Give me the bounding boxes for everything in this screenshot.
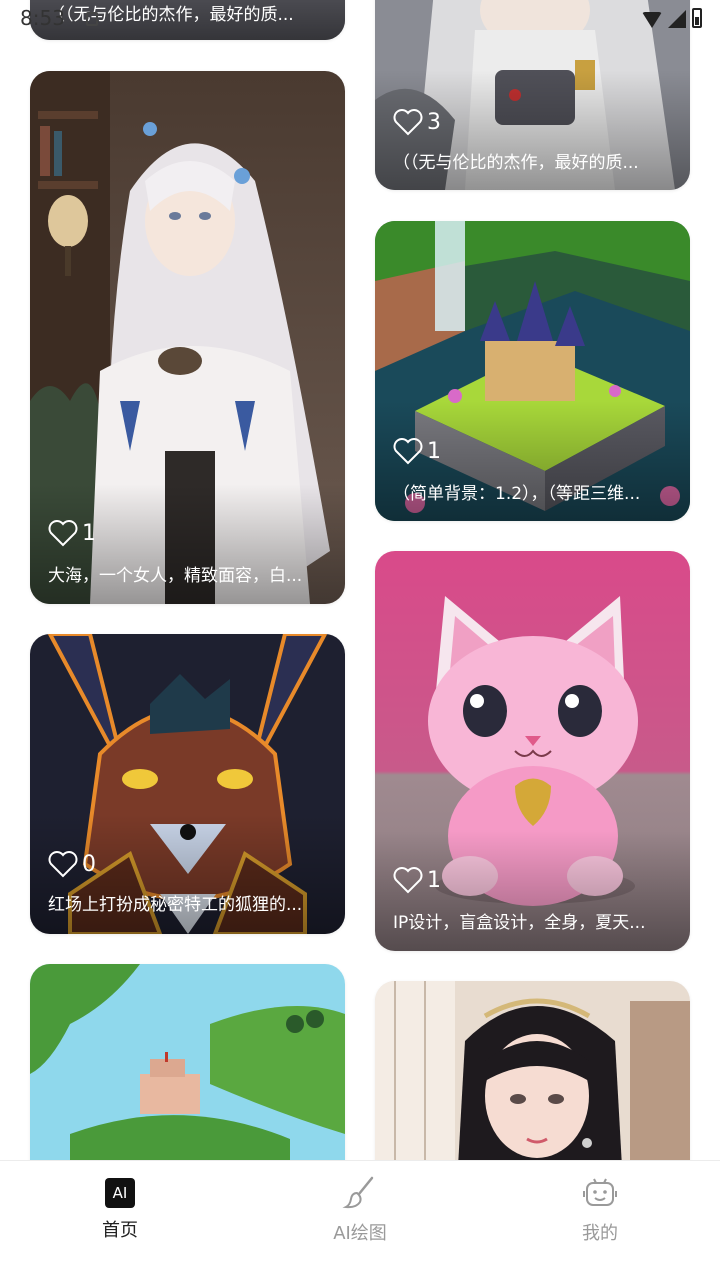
- heart-icon: [393, 109, 423, 136]
- notification-icon: [86, 12, 98, 26]
- like-counter[interactable]: 1: [393, 437, 441, 465]
- heart-icon: [48, 520, 78, 547]
- artwork-caption: （（无与伦比的杰作，最好的质...: [393, 153, 639, 173]
- artwork-caption: （简单背景：1.2），（等距三维...: [393, 484, 641, 504]
- tab-label: 我的: [582, 1223, 618, 1244]
- brush-icon: [342, 1176, 374, 1209]
- artwork-card[interactable]: 1 IP设计，盲盒设计，全身，夏天...: [375, 551, 690, 951]
- signal-icon: [668, 10, 686, 28]
- like-count: 3: [427, 109, 441, 135]
- status-bar: 8:53: [0, 0, 720, 36]
- battery-icon: [692, 8, 702, 28]
- artwork-card[interactable]: 1 大海，一个女人，精致面容，白...: [30, 71, 345, 604]
- wifi-icon: [642, 12, 662, 28]
- heart-icon: [393, 438, 423, 465]
- like-count: 0: [82, 851, 96, 877]
- tab-label: AI绘图: [333, 1223, 387, 1244]
- tab-home[interactable]: AI 首页: [50, 1175, 190, 1242]
- artwork-card[interactable]: 0 红场上打扮成秘密特工的狐狸的...: [30, 634, 345, 934]
- like-counter[interactable]: 0: [48, 850, 96, 878]
- artwork-caption: IP设计，盲盒设计，全身，夏天...: [393, 913, 646, 933]
- heart-icon: [48, 851, 78, 878]
- status-time: 8:53: [20, 6, 65, 30]
- like-counter[interactable]: 1: [393, 866, 441, 894]
- tab-ai-drawing[interactable]: AI绘图: [290, 1175, 430, 1245]
- like-count: 1: [82, 520, 96, 546]
- robot-face-icon: [583, 1178, 617, 1206]
- artwork-caption: 大海，一个女人，精致面容，白...: [48, 566, 303, 586]
- tab-label: 首页: [102, 1220, 138, 1241]
- like-counter[interactable]: 3: [393, 108, 441, 136]
- like-count: 1: [427, 438, 441, 464]
- artwork-card[interactable]: 1 （简单背景：1.2），（等距三维...: [375, 221, 690, 521]
- like-counter[interactable]: 1: [48, 519, 96, 547]
- like-count: 1: [427, 867, 441, 893]
- artwork-caption: 红场上打扮成秘密特工的狐狸的...: [48, 895, 303, 915]
- bottom-tab-bar: AI 首页 AI绘图 我的: [0, 1160, 720, 1281]
- heart-icon: [393, 867, 423, 894]
- status-icons: [642, 8, 702, 28]
- ai-chip-icon: AI: [105, 1178, 135, 1208]
- tab-mine[interactable]: 我的: [530, 1175, 670, 1245]
